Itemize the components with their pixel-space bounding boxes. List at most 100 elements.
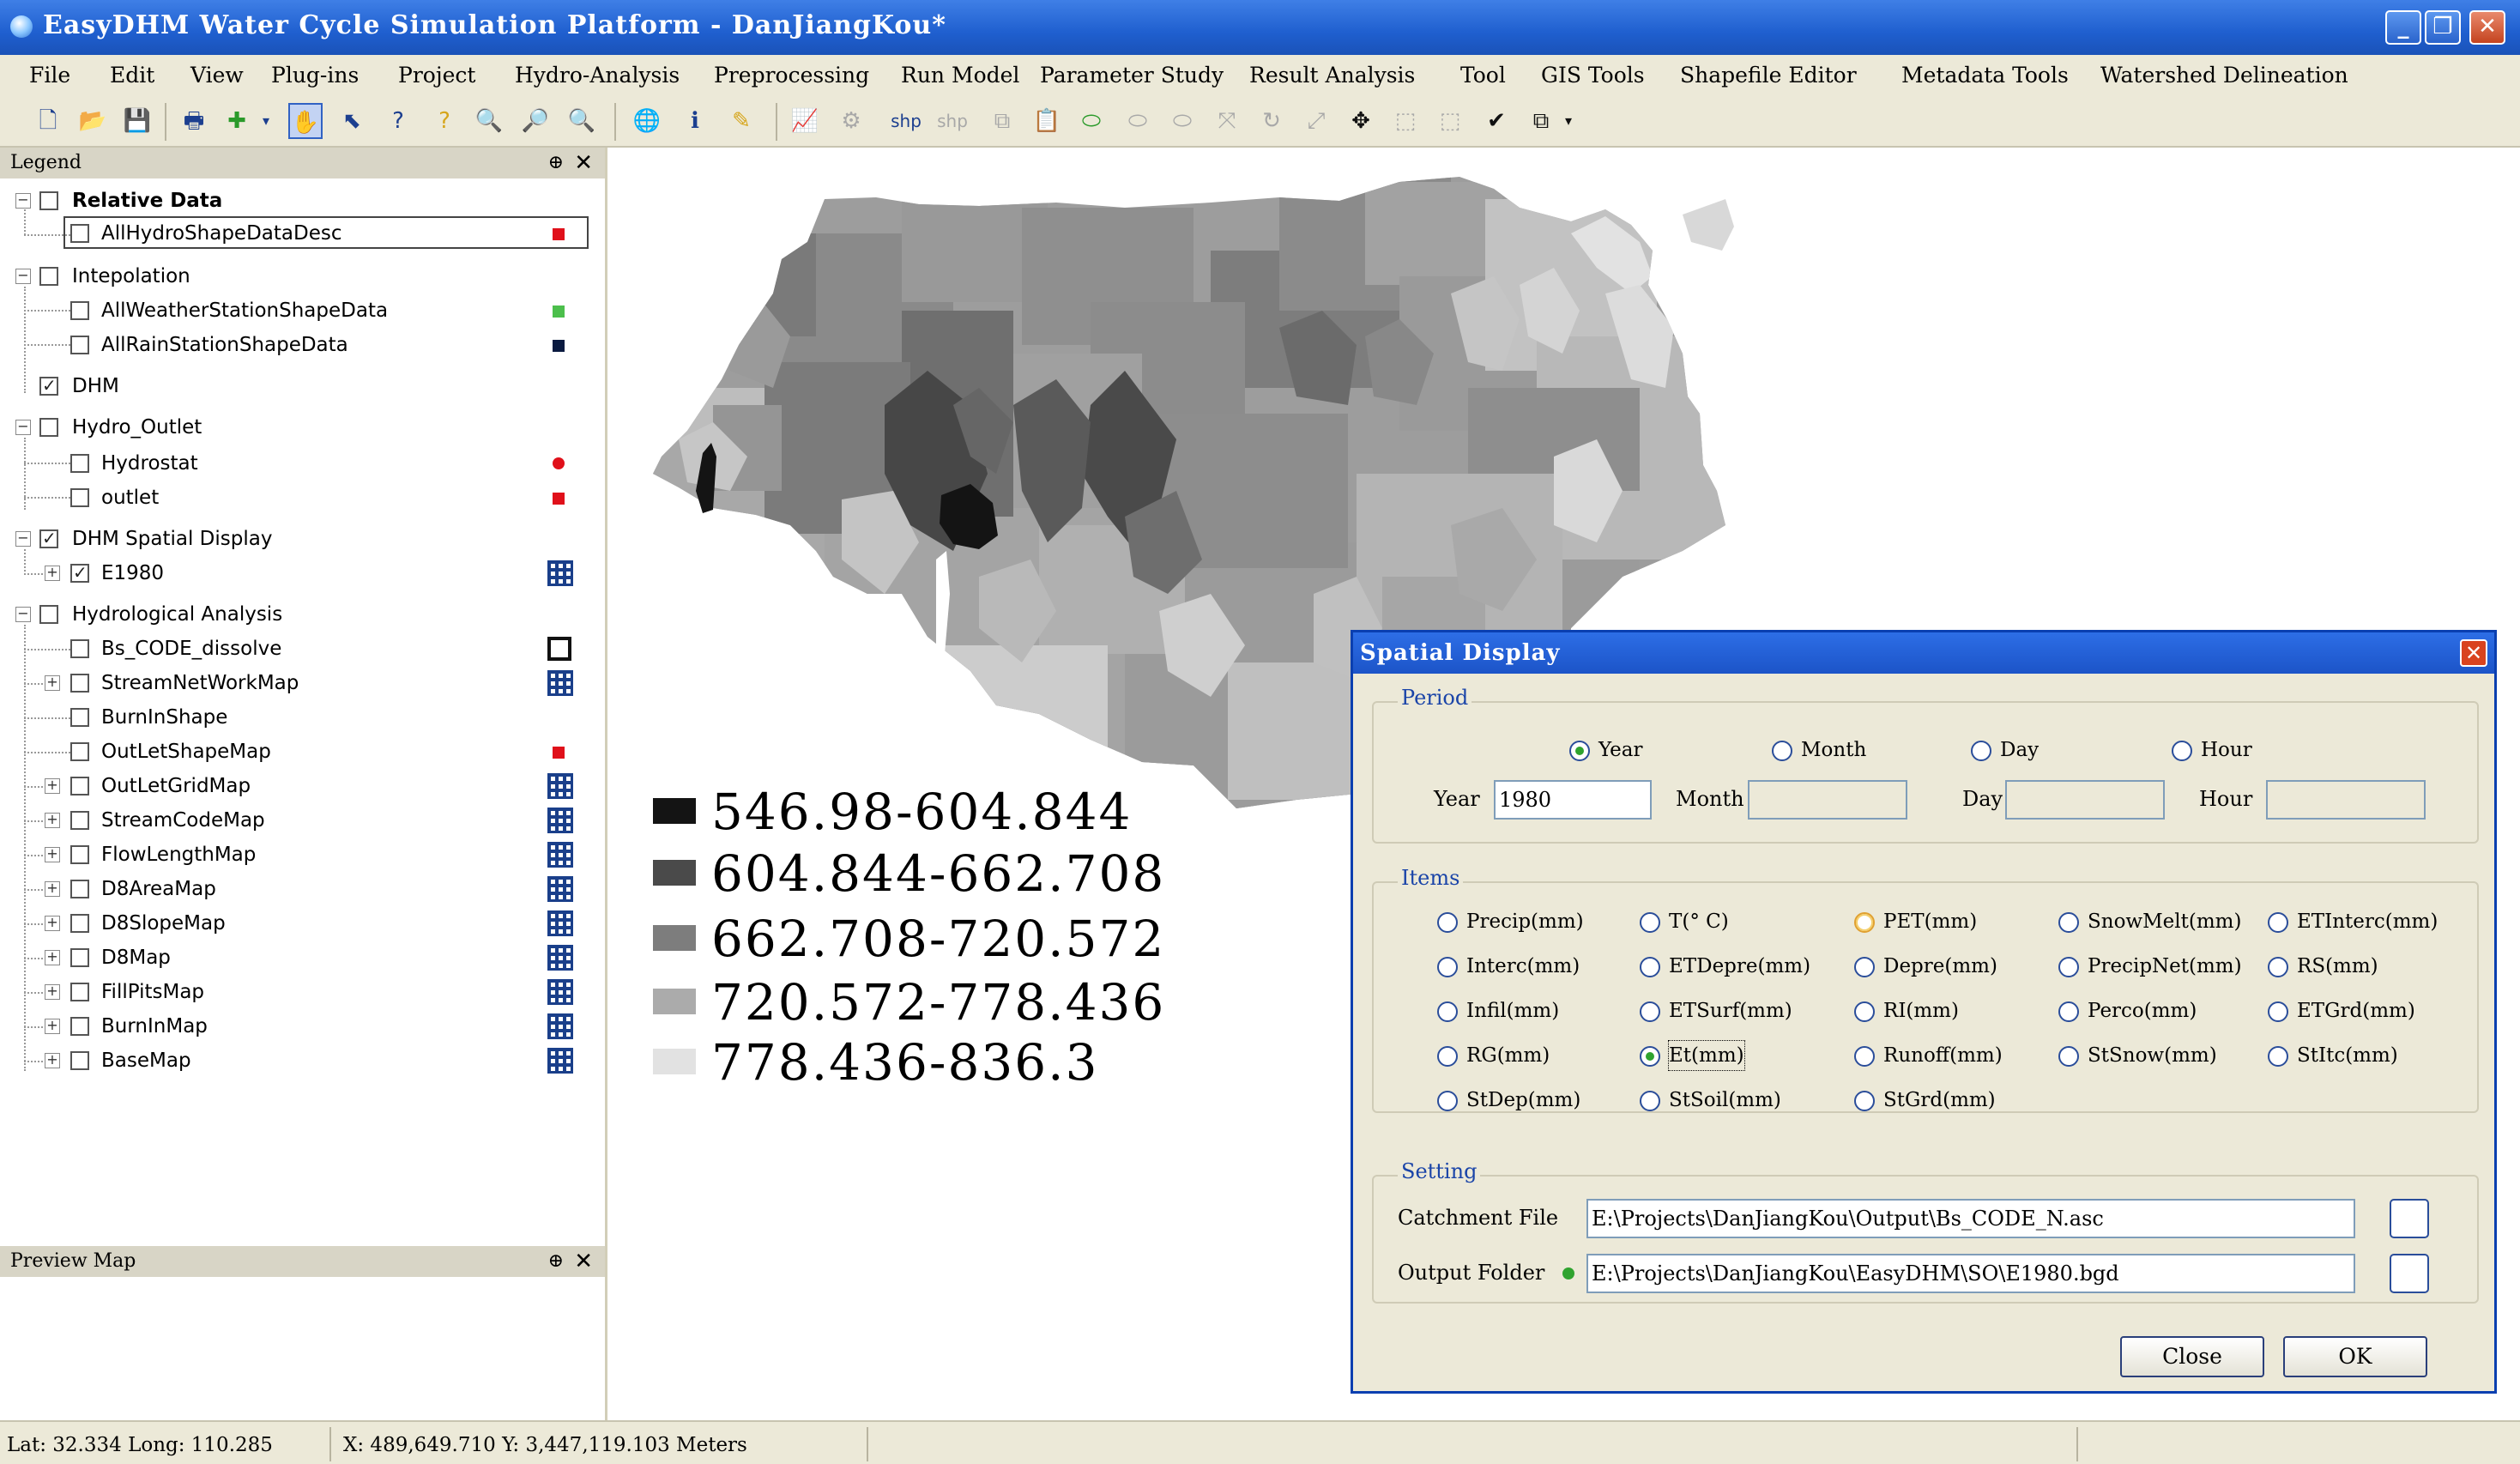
remove-vertex-icon[interactable]: ⬚	[1433, 103, 1467, 139]
ok-button[interactable]: OK	[2283, 1336, 2427, 1377]
shp-icon[interactable]: shp	[889, 103, 923, 139]
union-icon[interactable]: ⬭	[1165, 103, 1200, 139]
menu-hydro-analysis[interactable]: Hydro-Analysis	[515, 63, 680, 88]
layer-checkbox[interactable]	[70, 1051, 89, 1070]
layer-checkbox[interactable]	[70, 845, 89, 864]
edit-icon[interactable]: ✎	[724, 103, 758, 139]
menu-preprocessing[interactable]: Preprocessing	[714, 63, 869, 88]
pin-icon[interactable]: ⊕	[548, 1246, 564, 1277]
select-arrow-icon[interactable]: ⬉	[335, 103, 369, 139]
menu-plugins[interactable]: Plug-ins	[271, 63, 359, 88]
layer-checkbox[interactable]	[39, 523, 58, 554]
tree-layer-outlet[interactable]: outlet	[0, 482, 601, 513]
add-vertex-icon[interactable]: ⬚	[1388, 103, 1423, 139]
globe-icon[interactable]: 🌐	[630, 103, 664, 139]
layer-checkbox[interactable]	[70, 742, 89, 761]
layer-checkbox[interactable]	[70, 948, 89, 967]
menu-shapefile-editor[interactable]: Shapefile Editor	[1680, 63, 1857, 88]
tree-layer-streamnetworkmap[interactable]: + StreamNetWorkMap	[0, 668, 601, 699]
layer-checkbox[interactable]	[70, 488, 89, 507]
tree-layer-streamcodemap[interactable]: + StreamCodeMap	[0, 805, 601, 836]
layer-checkbox[interactable]	[70, 639, 89, 658]
close-icon[interactable]: ✕	[574, 1246, 593, 1277]
tree-layer-d8areamap[interactable]: + D8AreaMap	[0, 874, 601, 904]
collapse-icon[interactable]: −	[15, 420, 31, 435]
layer-checkbox[interactable]	[39, 191, 58, 210]
tree-layer-allhydroshapedatadesc[interactable]: AllHydroShapeDataDesc	[0, 218, 601, 249]
collapse-icon[interactable]: −	[15, 193, 31, 209]
tree-layer-burninmap[interactable]: + BurnInMap	[0, 1011, 601, 1042]
close-button[interactable]: Close	[2120, 1336, 2264, 1377]
layer-checkbox[interactable]	[70, 557, 89, 588]
add-layer-dropdown-icon[interactable]: ▾	[249, 103, 283, 139]
radio-circle[interactable]	[2172, 741, 2192, 761]
radio-circle[interactable]	[1971, 741, 1991, 761]
menu-project[interactable]: Project	[398, 63, 475, 88]
restore-button[interactable]: ❐	[2425, 10, 2461, 45]
collapse-icon[interactable]: −	[15, 607, 31, 622]
collapse-icon[interactable]: −	[15, 531, 31, 547]
catchment-browse-button[interactable]	[2390, 1199, 2429, 1238]
collapse-icon[interactable]: −	[15, 269, 31, 284]
layer-checkbox[interactable]	[70, 336, 89, 354]
menu-watershed-delineation[interactable]: Watershed Delineation	[2100, 63, 2348, 88]
move-icon[interactable]: ✥	[1344, 103, 1378, 139]
menu-edit[interactable]: Edit	[110, 63, 154, 88]
tree-layer-d8slopemap[interactable]: + D8SlopeMap	[0, 908, 601, 939]
expand-icon[interactable]: +	[45, 847, 60, 862]
expand-icon[interactable]: +	[45, 881, 60, 897]
tree-layer-allrainstationshapedata[interactable]: AllRainStationShapeData	[0, 330, 601, 360]
tree-layer-fillpitsmap[interactable]: + FillPitsMap	[0, 977, 601, 1007]
layer-checkbox[interactable]	[39, 605, 58, 624]
year-input[interactable]: 1980	[1494, 780, 1652, 820]
layer-checkbox[interactable]	[70, 880, 89, 898]
merge-icon[interactable]: ⬭	[1074, 103, 1109, 139]
rotate-icon[interactable]: ↻	[1254, 103, 1289, 139]
paste-icon[interactable]: 📋	[1030, 103, 1064, 139]
tree-group-relative-data[interactable]: − Relative Data	[0, 185, 601, 216]
layer-checkbox[interactable]	[70, 914, 89, 933]
zoom-out-icon[interactable]: 🔎	[518, 103, 553, 139]
menu-gis-tools[interactable]: GIS Tools	[1541, 63, 1645, 88]
tree-layer-d8map[interactable]: + D8Map	[0, 942, 601, 973]
minimize-button[interactable]: _	[2385, 10, 2421, 45]
layer-checkbox[interactable]	[70, 811, 89, 830]
resize-icon[interactable]: ⤧	[1210, 103, 1244, 139]
menu-run-model[interactable]: Run Model	[901, 63, 1019, 88]
pin-icon[interactable]: ⊕	[548, 148, 564, 178]
expand-icon[interactable]: +	[45, 1053, 60, 1068]
tree-group-hydro-outlet[interactable]: − Hydro_Outlet	[0, 412, 601, 443]
tree-layer-outletshapemap[interactable]: OutLetShapeMap	[0, 736, 601, 767]
scale-icon[interactable]: ⤢	[1299, 103, 1333, 139]
tree-layer-bs-code-dissolve[interactable]: Bs_CODE_dissolve	[0, 633, 601, 664]
expand-icon[interactable]: +	[45, 984, 60, 1000]
tree-group-dhm-spatial-display[interactable]: − DHM Spatial Display	[0, 523, 601, 554]
expand-icon[interactable]: +	[45, 1019, 60, 1034]
open-folder-icon[interactable]: 📂	[76, 103, 110, 139]
menu-tool[interactable]: Tool	[1460, 63, 1506, 88]
save-icon[interactable]: 💾	[120, 103, 154, 139]
close-icon[interactable]: ✕	[574, 148, 593, 178]
print-icon[interactable]: 🖶	[177, 103, 211, 139]
shp-disabled-icon[interactable]: shp	[935, 103, 970, 139]
tree-group-hydrological-analysis[interactable]: − Hydrological Analysis	[0, 599, 601, 630]
identify-icon[interactable]: ?	[381, 103, 415, 139]
layer-checkbox[interactable]	[39, 418, 58, 437]
day-input[interactable]	[2005, 780, 2165, 820]
pan-hand-icon[interactable]: ✋	[288, 103, 323, 139]
tree-group-intepolation[interactable]: − Intepolation	[0, 261, 601, 292]
layer-checkbox[interactable]	[70, 301, 89, 320]
expand-icon[interactable]: +	[45, 813, 60, 828]
new-file-icon[interactable]: 🗋	[31, 103, 65, 139]
expand-icon[interactable]: +	[45, 916, 60, 931]
dialog-close-icon[interactable]: ✕	[2460, 639, 2487, 667]
menu-metadata-tools[interactable]: Metadata Tools	[1901, 63, 2069, 88]
tree-layer-outletgridmap[interactable]: + OutLetGridMap	[0, 771, 601, 802]
layer-checkbox[interactable]	[39, 370, 58, 401]
menu-parameter-study[interactable]: Parameter Study	[1040, 63, 1224, 88]
output-folder-input[interactable]: E:\Projects\DanJiangKou\EasyDHM\SO\E1980…	[1586, 1254, 2355, 1293]
layer-checkbox[interactable]	[70, 1017, 89, 1036]
zoom-in-icon[interactable]: 🔍	[472, 103, 506, 139]
catchment-file-input[interactable]: E:\Projects\DanJiangKou\Output\Bs_CODE_N…	[1586, 1199, 2355, 1238]
menu-view[interactable]: View	[190, 63, 244, 88]
